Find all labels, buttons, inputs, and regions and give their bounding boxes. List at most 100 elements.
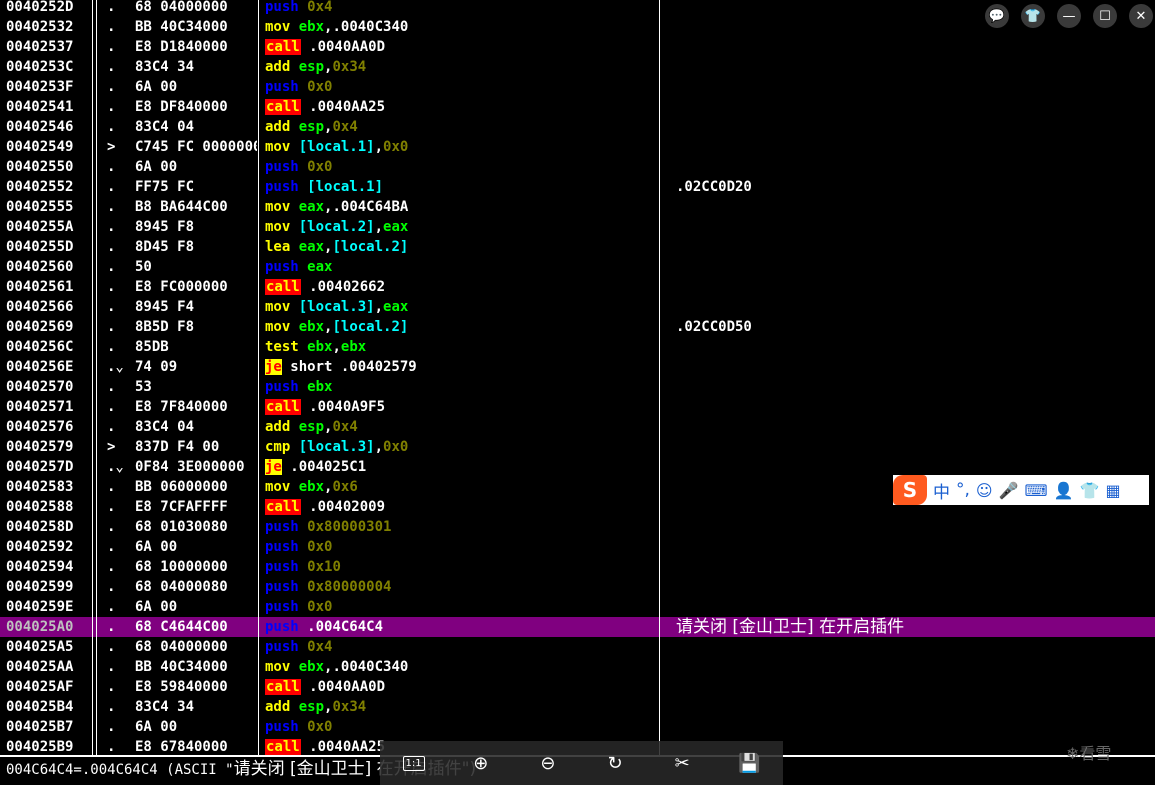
instruction: push ebx (265, 377, 332, 397)
instruction: lea eax,[local.2] (265, 237, 408, 257)
disasm-row[interactable]: 004025B4. 83C4 34 add esp,0x34 (0, 697, 1155, 717)
disasm-row[interactable]: 00402594. 68 10000000 push 0x10 (0, 557, 1155, 577)
save-icon[interactable]: 💾 (736, 750, 762, 776)
disasm-row[interactable]: 00402541. E8 DF840000 call .0040AA25 (0, 97, 1155, 117)
operand: 0x34 (332, 699, 367, 715)
keyboard-icon[interactable]: ⌨ (1025, 481, 1048, 500)
emoji-icon[interactable]: ☺ (976, 481, 993, 500)
disasm-row[interactable]: 00402599. 68 04000080 push 0x80000004 (0, 577, 1155, 597)
disasm-row[interactable]: 00402549 > C745 FC 00000000 mov [local.1],0… (0, 137, 1155, 157)
ime-punctuation-toggle[interactable]: °, (956, 480, 970, 500)
rotate-icon[interactable]: ↻ (602, 750, 628, 776)
disasm-row[interactable]: 004025AA. BB 40C34000 mov ebx,.0040C340 (0, 657, 1155, 677)
operand: [local.3] (298, 439, 375, 455)
opcode-bytes: 68 10000000 (135, 559, 228, 575)
zoom-in-icon[interactable]: ⊕ (468, 750, 494, 776)
operand: [local.1] (298, 139, 375, 155)
mnemonic: cmp (265, 439, 291, 455)
microphone-icon[interactable]: 🎤 (999, 481, 1019, 500)
disasm-row[interactable]: 00402561. E8 FC000000 call .00402662 (0, 277, 1155, 297)
jump-marker: . (107, 699, 116, 715)
disasm-row[interactable]: 0040258D. 68 01030080 push 0x80000301 (0, 517, 1155, 537)
column-divider (258, 0, 259, 755)
skin-icon[interactable]: 👕 (1021, 4, 1045, 28)
address: 0040257D (6, 459, 74, 475)
opcode-bytes: E8 67840000 (135, 739, 228, 755)
disasm-row[interactable]: 00402592. 6A 00 push 0x0 (0, 537, 1155, 557)
disasm-row[interactable]: 004025A0. 68 C4644C00 push .004C64C4 请关闭 [金… (0, 617, 1155, 637)
operand: esp (298, 699, 325, 715)
disasm-row[interactable]: 004025B7. 6A 00 push 0x0 (0, 717, 1155, 737)
disasm-row[interactable]: 0040252D. 68 04000000 push 0x4 (0, 0, 1155, 17)
address: 00402566 (6, 299, 74, 315)
disasm-row[interactable]: 0040259E. 6A 00 push 0x0 (0, 597, 1155, 617)
disasm-row[interactable]: 004025A5. 68 04000000 push 0x4 (0, 637, 1155, 657)
crop-icon[interactable]: ✂ (669, 750, 695, 776)
mnemonic: call (265, 39, 301, 55)
operand: .0040AA25 (300, 739, 386, 755)
mnemonic: je (265, 359, 282, 375)
disasm-row[interactable]: 004025AF. E8 59840000 call .0040AA0D (0, 677, 1155, 697)
disasm-row[interactable]: 0040256C. 85DB test ebx,ebx (0, 337, 1155, 357)
disasm-row[interactable]: 00402571. E8 7F840000 call .0040A9F5 (0, 397, 1155, 417)
chat-icon[interactable]: 💬 (985, 4, 1009, 28)
disasm-row[interactable]: 00402560. 50 push eax (0, 257, 1155, 277)
operand: 0x4 (332, 419, 358, 435)
opcode-bytes: BB 40C34000 (135, 19, 228, 35)
disasm-row[interactable]: 00402576. 83C4 04 add esp,0x4 (0, 417, 1155, 437)
disasm-row[interactable]: 00402555. B8 BA644C00 mov eax,.004C64BA (0, 197, 1155, 217)
user-icon[interactable]: 👤 (1054, 481, 1074, 500)
mnemonic: push (265, 599, 299, 615)
comment: .02CC0D50 (676, 319, 752, 335)
maximize-button[interactable]: ☐ (1093, 4, 1117, 28)
opcode-bytes: 68 04000000 (135, 0, 228, 15)
toolbox-icon[interactable]: ▦ (1105, 481, 1120, 500)
disasm-row[interactable]: 0040253F. 6A 00 push 0x0 (0, 77, 1155, 97)
address: 0040256E (6, 359, 74, 375)
disasm-row[interactable]: 00402537. E8 D1840000 call .0040AA0D (0, 37, 1155, 57)
instruction: je .004025C1 (265, 457, 366, 477)
opcode-bytes: 85DB (135, 339, 169, 355)
disasm-row[interactable]: 0040253C. 83C4 34 add esp,0x34 (0, 57, 1155, 77)
mnemonic: add (265, 119, 291, 135)
disasm-row[interactable]: 00402550. 6A 00 push 0x0 (0, 157, 1155, 177)
disasm-row[interactable]: 00402579 >837D F4 00 cmp [local.3],0x0 (0, 437, 1155, 457)
instruction: je short .00402579 (265, 357, 417, 377)
disasm-row[interactable]: 0040256E .⌄ 74 09 je short .00402579 (0, 357, 1155, 377)
disasm-row[interactable]: 00402532. BB 40C34000 mov ebx,.0040C340 (0, 17, 1155, 37)
zoom-out-icon[interactable]: ⊖ (535, 750, 561, 776)
address: 0040255D (6, 239, 74, 255)
address: 0040253F (6, 79, 74, 95)
mnemonic: call (265, 679, 301, 695)
skin-icon[interactable]: 👕 (1080, 481, 1100, 500)
operand: .0040AA0D (300, 39, 386, 55)
close-button[interactable]: ✕ (1129, 4, 1153, 28)
disasm-row[interactable]: 00402569. 8B5D F8 mov ebx,[local.2] .02CC0D… (0, 317, 1155, 337)
mnemonic: mov (265, 219, 291, 235)
jump-marker: . (107, 579, 116, 595)
disasm-row[interactable]: 00402570. 53 push ebx (0, 377, 1155, 397)
disasm-row[interactable]: 00402546. 83C4 04 add esp,0x4 (0, 117, 1155, 137)
minimize-button[interactable]: — (1057, 4, 1081, 28)
address: 004025A5 (6, 639, 74, 655)
mnemonic: push (265, 619, 299, 635)
disasm-row[interactable]: 00402566. 8945 F4 mov [local.3],eax (0, 297, 1155, 317)
actual-size-icon[interactable]: 1:1 (401, 750, 427, 776)
mnemonic: push (265, 579, 299, 595)
disassembly-view[interactable]: 0040252D. 68 04000000 push 0x4 00402532. BB … (0, 0, 1155, 757)
opcode-bytes: 83C4 04 (135, 419, 195, 435)
disasm-row[interactable]: 0040255A. 8945 F8 mov [local.2],eax (0, 217, 1155, 237)
operand: 0x0 (307, 159, 333, 175)
ime-toolbar[interactable]: S 中 °, ☺ 🎤 ⌨ 👤 👕 ▦ (893, 475, 1149, 505)
address: 00402546 (6, 119, 74, 135)
instruction: mov [local.1],0x0 (265, 137, 408, 157)
sogou-logo-icon[interactable]: S (893, 475, 927, 505)
ime-language-toggle[interactable]: 中 (933, 478, 950, 503)
disasm-row[interactable]: 00402552. FF75 FC push [local.1] .02CC0D20 (0, 177, 1155, 197)
window-controls: 💬 👕 — ☐ ✕ (985, 0, 1155, 32)
jump-marker: . (107, 79, 116, 95)
operand: [local.1] (307, 179, 384, 195)
instruction: push 0x10 (265, 557, 341, 577)
disasm-row[interactable]: 0040255D. 8D45 F8 lea eax,[local.2] (0, 237, 1155, 257)
disasm-row[interactable]: 0040257D .⌄ 0F84 3E000000 je .004025C1 (0, 457, 1155, 477)
